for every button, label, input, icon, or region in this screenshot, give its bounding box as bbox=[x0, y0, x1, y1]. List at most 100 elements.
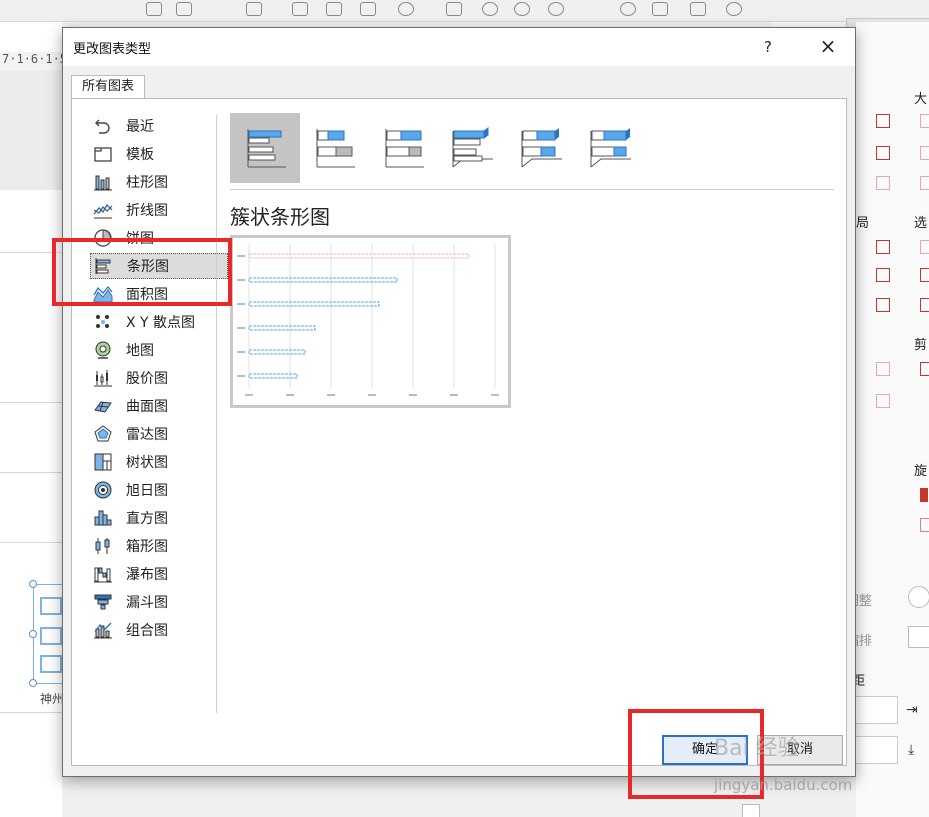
pane-label: 局 bbox=[856, 216, 870, 231]
crop-icon[interactable] bbox=[876, 394, 890, 408]
radio-button[interactable] bbox=[908, 586, 929, 608]
arrow-down-icon[interactable] bbox=[876, 268, 890, 282]
chart-type-label: 箱形图 bbox=[126, 539, 168, 555]
chart-type-item[interactable]: 最近 bbox=[90, 113, 228, 139]
chart-type-item[interactable]: 组合图 bbox=[90, 617, 228, 643]
toolbar-icon[interactable] bbox=[326, 2, 342, 16]
toolbar-icon[interactable] bbox=[146, 2, 162, 16]
chart-type-item[interactable]: 旭日图 bbox=[90, 477, 228, 503]
3d-percent-stacked-bar-icon[interactable] bbox=[575, 113, 645, 183]
align-icon[interactable] bbox=[920, 114, 929, 128]
select-icon[interactable] bbox=[920, 240, 929, 254]
canvas-gray-area bbox=[0, 70, 62, 190]
toolbar-icon[interactable] bbox=[446, 2, 462, 16]
chart-type-item[interactable]: 模板 bbox=[90, 141, 228, 167]
3d-clustered-bar-icon[interactable] bbox=[437, 113, 507, 183]
fit-icon[interactable] bbox=[876, 298, 890, 312]
preview-category-mark bbox=[237, 351, 245, 353]
canvas-divider bbox=[0, 402, 62, 403]
chart-type-label: 直方图 bbox=[126, 511, 168, 527]
spin-input[interactable] bbox=[852, 696, 898, 724]
toolbar-icon[interactable] bbox=[726, 2, 742, 16]
chart-type-item[interactable]: 瀑布图 bbox=[90, 561, 228, 587]
shape-part bbox=[40, 597, 62, 615]
chart-type-item[interactable]: 曲面图 bbox=[90, 393, 228, 419]
resize-handle[interactable] bbox=[29, 679, 37, 687]
distribute-icon[interactable] bbox=[920, 146, 929, 160]
select-icon[interactable] bbox=[920, 298, 929, 312]
toolbar-icon[interactable] bbox=[514, 2, 530, 16]
preview-category-mark bbox=[237, 255, 245, 257]
toolbar-icon[interactable] bbox=[690, 2, 706, 16]
resize-handle[interactable] bbox=[29, 630, 37, 638]
preview-bar bbox=[248, 301, 380, 307]
toolbar-icon[interactable] bbox=[398, 2, 414, 16]
ruler: 7·1·6·1·5 bbox=[0, 52, 67, 70]
select-icon[interactable] bbox=[920, 268, 929, 282]
funnel-chart-icon bbox=[92, 592, 114, 612]
preview-tick-mark bbox=[327, 394, 335, 396]
expand-icon[interactable] bbox=[876, 176, 890, 190]
dropdown-arrow-icon[interactable] bbox=[742, 804, 760, 817]
toolbar-icon[interactable] bbox=[176, 2, 192, 16]
chart-preview[interactable] bbox=[230, 235, 511, 408]
3d-stacked-bar-icon[interactable] bbox=[506, 113, 576, 183]
preview-tick-mark bbox=[286, 394, 294, 396]
chart-type-item[interactable]: 股价图 bbox=[90, 365, 228, 391]
chart-type-label: 雷达图 bbox=[126, 427, 168, 443]
chart-type-item[interactable]: 树状图 bbox=[90, 449, 228, 475]
dialog-title: 更改图表类型 bbox=[73, 42, 152, 57]
chart-type-label: 曲面图 bbox=[126, 399, 168, 415]
chart-type-item[interactable]: 直方图 bbox=[90, 505, 228, 531]
rotate-icon[interactable] bbox=[920, 488, 928, 502]
expand-icon[interactable] bbox=[920, 176, 929, 190]
chart-type-list: 最近 模板 柱形图 折线图 饼图 条形图 面积图 X Y 散点图 地图 股价图 曲面图 雷达图 树状图旭… bbox=[86, 113, 228, 713]
preview-tick-mark bbox=[245, 394, 253, 396]
preview-tick-mark bbox=[491, 394, 499, 396]
watermark-logo: Bai 经验 bbox=[714, 736, 800, 761]
chart-type-item[interactable]: X Y 散点图 bbox=[90, 309, 228, 335]
stacked-bar-icon[interactable] bbox=[299, 113, 369, 183]
checkbox[interactable] bbox=[908, 626, 929, 648]
chart-type-label: 地图 bbox=[126, 343, 154, 359]
flip-icon[interactable] bbox=[920, 518, 929, 532]
change-chart-type-dialog: 更改图表类型 ? × 所有图表 最近 模板 柱形图 折线图 饼图 条形图 面积图 X Y 散点… bbox=[62, 27, 856, 777]
toolbar-icon[interactable] bbox=[620, 2, 636, 16]
help-button[interactable]: ? bbox=[751, 32, 785, 62]
close-button[interactable]: × bbox=[811, 32, 845, 62]
toolbar-icon[interactable] bbox=[482, 2, 498, 16]
chart-type-item[interactable]: 雷达图 bbox=[90, 421, 228, 447]
crop-icon[interactable] bbox=[876, 362, 890, 376]
toolbar-icon[interactable] bbox=[360, 2, 376, 16]
chart-type-item[interactable]: 柱形图 bbox=[90, 169, 228, 195]
percent-stacked-bar-icon[interactable] bbox=[368, 113, 438, 183]
tab-all-charts[interactable]: 所有图表 bbox=[71, 75, 145, 99]
chart-type-label: 漏斗图 bbox=[126, 595, 168, 611]
resize-handle[interactable] bbox=[29, 580, 37, 588]
preview-tick-mark bbox=[368, 394, 376, 396]
spin-input[interactable] bbox=[852, 736, 898, 764]
arrow-right-icon[interactable] bbox=[876, 240, 890, 254]
map-chart-icon bbox=[92, 340, 114, 360]
toolbar-icon[interactable] bbox=[652, 2, 668, 16]
clustered-bar-icon[interactable] bbox=[230, 113, 300, 183]
indent-icon: ⇥ bbox=[906, 702, 918, 718]
toolbar-icon[interactable] bbox=[548, 2, 564, 16]
preview-category-mark bbox=[237, 279, 245, 281]
chart-type-item[interactable]: 地图 bbox=[90, 337, 228, 363]
distribute-icon[interactable] bbox=[876, 146, 890, 160]
chart-type-item[interactable]: 折线图 bbox=[90, 197, 228, 223]
align-icon[interactable] bbox=[876, 114, 890, 128]
chart-type-label: 最近 bbox=[126, 119, 154, 135]
histogram-chart-icon bbox=[92, 508, 114, 528]
chart-type-item[interactable]: 漏斗图 bbox=[90, 589, 228, 615]
chart-type-label: 组合图 bbox=[126, 623, 168, 639]
selected-shape[interactable] bbox=[33, 584, 63, 684]
toolbar-icon[interactable] bbox=[246, 2, 262, 16]
toolbar-icon[interactable] bbox=[292, 2, 308, 16]
chart-type-item[interactable]: 箱形图 bbox=[90, 533, 228, 559]
shape-part bbox=[40, 627, 62, 645]
background-toolbar bbox=[0, 0, 929, 22]
paste-icon[interactable] bbox=[920, 362, 929, 376]
preview-bar bbox=[248, 349, 306, 355]
